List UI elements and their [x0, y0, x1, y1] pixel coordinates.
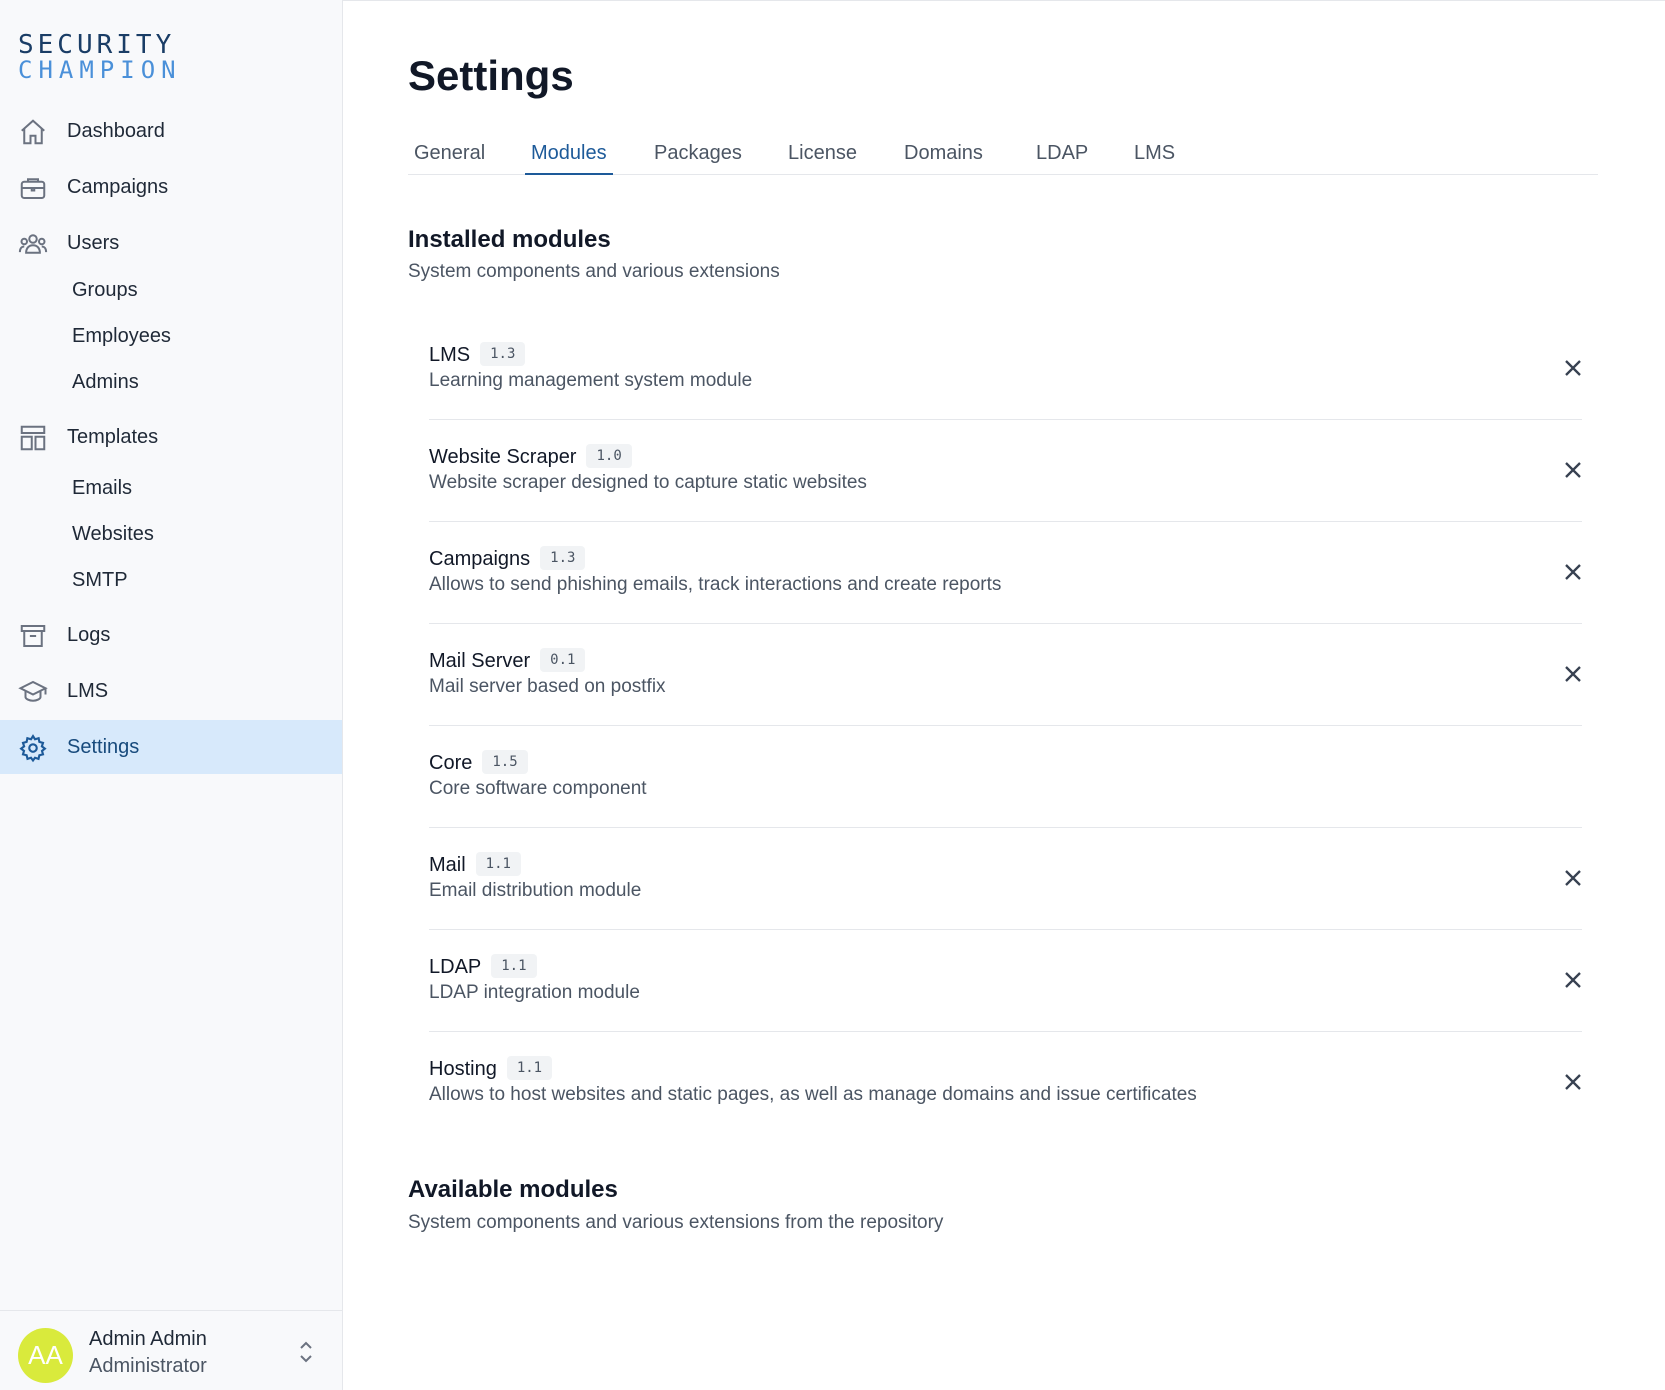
sidebar-item-dashboard[interactable]: Dashboard	[0, 104, 342, 158]
module-version-badge: 1.1	[475, 852, 521, 876]
tab-packages[interactable]: Packages	[648, 142, 748, 175]
installed-modules-title: Installed modules	[408, 226, 611, 253]
module-description: Email distribution module	[429, 880, 642, 901]
remove-module-icon[interactable]	[1559, 558, 1587, 586]
module-name: Mail	[429, 854, 466, 876]
archive-icon	[20, 625, 46, 647]
sidebar-subitem-admins[interactable]: Admins	[72, 362, 139, 402]
module-description: Website scraper designed to capture stat…	[429, 472, 867, 493]
tab-domains[interactable]: Domains	[898, 142, 989, 175]
module-version-badge: 1.0	[586, 444, 632, 468]
installed-modules-subtitle: System components and various extensions	[408, 261, 780, 282]
module-description: LDAP integration module	[429, 982, 640, 1003]
module-row: Mail 1.1 Email distribution module	[429, 826, 1582, 930]
sidebar-item-label: Campaigns	[67, 175, 169, 198]
sidebar-subitem-emails[interactable]: Emails	[72, 468, 132, 508]
module-row: Mail Server 0.1 Mail server based on post…	[429, 622, 1582, 726]
sidebar-item-campaigns[interactable]: Campaigns	[0, 160, 342, 214]
module-version-badge: 0.1	[540, 648, 586, 672]
tab-modules[interactable]: Modules	[525, 142, 613, 175]
sidebar-item-label: Templates	[67, 425, 159, 448]
remove-module-icon[interactable]	[1559, 660, 1587, 688]
tab-lms[interactable]: LMS	[1128, 142, 1181, 175]
security-champion-logo[interactable]: SECURITY CHAMPION	[18, 28, 198, 88]
module-name: Mail Server	[429, 650, 531, 672]
remove-module-icon[interactable]	[1559, 864, 1587, 892]
module-name: Core	[429, 752, 473, 774]
chevron-up-down-icon[interactable]	[294, 1337, 318, 1367]
module-name: Hosting	[429, 1058, 497, 1080]
module-row: Hosting 1.1 Allows to host websites and s…	[429, 1030, 1582, 1134]
users-icon	[18, 234, 48, 254]
tab-general[interactable]: General	[408, 142, 491, 175]
module-version-badge: 1.1	[491, 954, 537, 978]
briefcase-icon	[20, 178, 46, 199]
gear-icon	[19, 734, 47, 763]
user-menu[interactable]: AA Admin Admin Administrator	[0, 1310, 342, 1390]
sidebar-item-label: LMS	[67, 679, 109, 702]
sidebar-item-settings[interactable]: Settings	[0, 720, 342, 774]
sidebar: SECURITY CHAMPION Dashboard Campaigns Us…	[0, 0, 343, 1390]
main-content: Settings General Modules Packages Licens…	[343, 0, 1665, 1390]
remove-module-icon[interactable]	[1559, 354, 1587, 382]
sidebar-subitem-websites[interactable]: Websites	[72, 514, 154, 554]
page-title: Settings	[408, 52, 574, 99]
sidebar-item-logs[interactable]: Logs	[0, 608, 342, 662]
module-name: Campaigns	[429, 548, 531, 570]
avatar: AA	[18, 1328, 73, 1383]
remove-module-icon[interactable]	[1559, 966, 1587, 994]
sidebar-subitem-employees[interactable]: Employees	[72, 316, 171, 356]
module-name: Website Scraper	[429, 446, 577, 468]
module-row: Website Scraper 1.0 Website scraper desig…	[429, 418, 1582, 522]
user-role: Administrator	[89, 1355, 207, 1377]
module-name: LMS	[429, 344, 471, 366]
layout-icon	[20, 425, 46, 451]
module-row: Campaigns 1.3 Allows to send phishing ema…	[429, 520, 1582, 624]
home-icon	[21, 119, 45, 145]
module-version-badge: 1.5	[482, 750, 528, 774]
module-version-badge: 1.3	[540, 546, 586, 570]
module-description: Allows to host websites and static pages…	[429, 1084, 1197, 1105]
module-description: Allows to send phishing emails, track in…	[429, 574, 1002, 595]
sidebar-subitem-groups[interactable]: Groups	[72, 270, 138, 310]
module-row: LDAP 1.1 LDAP integration module	[429, 928, 1582, 1032]
logo-line-2: CHAMPION	[18, 56, 182, 84]
user-name: Admin Admin	[89, 1328, 207, 1350]
sidebar-item-label: Settings	[67, 735, 140, 758]
sidebar-item-templates[interactable]: Templates	[0, 410, 342, 464]
module-name: LDAP	[429, 956, 482, 978]
module-description: Mail server based on postfix	[429, 676, 666, 697]
module-row: Core 1.5 Core software component	[429, 724, 1582, 828]
settings-tabs: General Modules Packages License Domains…	[408, 136, 1598, 175]
sidebar-item-label: Dashboard	[67, 119, 165, 142]
remove-module-icon[interactable]	[1559, 456, 1587, 484]
sidebar-item-label: Users	[67, 231, 120, 254]
sidebar-item-users[interactable]: Users	[0, 216, 342, 270]
graduation-cap-icon	[18, 680, 48, 702]
tab-ldap[interactable]: LDAP	[1030, 142, 1094, 175]
available-modules-subtitle: System components and various extensions…	[408, 1212, 944, 1233]
module-row: LMS 1.3 Learning management system module	[429, 316, 1582, 420]
module-description: Learning management system module	[429, 370, 753, 391]
sidebar-item-lms[interactable]: LMS	[0, 664, 342, 718]
tab-license[interactable]: License	[782, 142, 863, 175]
sidebar-item-label: Logs	[67, 623, 111, 646]
remove-module-icon[interactable]	[1559, 1068, 1587, 1096]
module-version-badge: 1.1	[506, 1056, 553, 1080]
available-modules-title: Available modules	[408, 1176, 618, 1203]
sidebar-subitem-smtp[interactable]: SMTP	[72, 560, 128, 600]
module-description: Core software component	[429, 778, 647, 799]
module-version-badge: 1.3	[480, 342, 526, 366]
